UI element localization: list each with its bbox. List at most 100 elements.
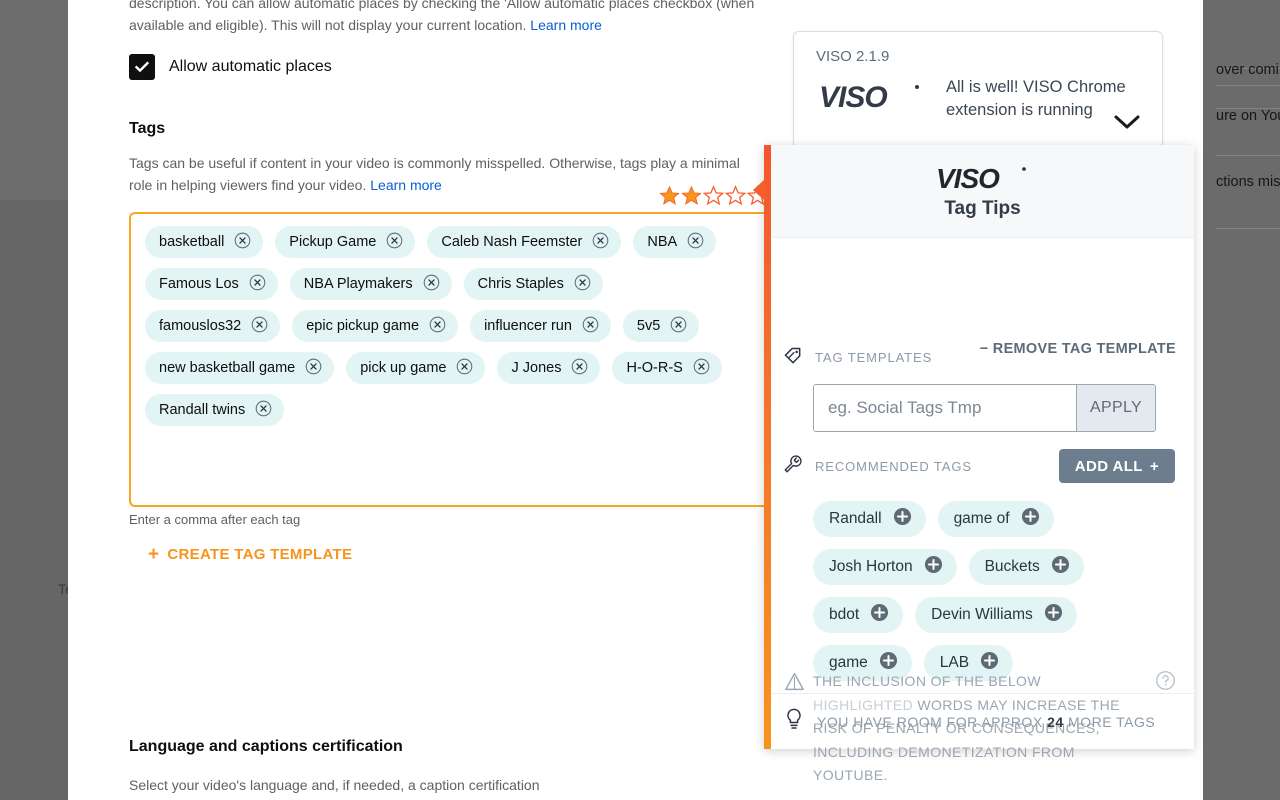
remove-tag-icon[interactable] xyxy=(582,316,599,337)
create-tag-template-label: CREATE TAG TEMPLATE xyxy=(167,546,353,563)
recommended-tag-label: game of xyxy=(953,510,1010,527)
tag-template-input-group[interactable]: APPLY xyxy=(813,384,1156,432)
remove-tag-icon[interactable] xyxy=(234,232,251,253)
tag-chip[interactable]: epic pickup game xyxy=(292,310,459,342)
tag-tips-title: Tag Tips xyxy=(944,197,1021,219)
remove-tag-icon[interactable] xyxy=(305,358,322,379)
recommended-tag-chip[interactable]: game of xyxy=(937,501,1054,537)
plus-icon: + xyxy=(148,544,160,565)
tag-chip-label: new basketball game xyxy=(159,360,296,376)
recommended-tag-chip[interactable]: bdot xyxy=(813,597,904,633)
add-tag-icon[interactable] xyxy=(1051,555,1070,579)
learn-more-link-tags[interactable]: Learn more xyxy=(370,177,442,193)
add-tag-icon[interactable] xyxy=(1044,603,1063,627)
recommended-tags-label: RECOMMENDED TAGS xyxy=(815,459,972,474)
tag-chip[interactable]: Chris Staples xyxy=(463,268,603,300)
tag-chip[interactable]: new basketball game xyxy=(145,352,335,384)
language-description: Select your video's language and, if nee… xyxy=(129,777,540,793)
tag-chip-label: basketball xyxy=(159,234,225,250)
tag-chip[interactable]: Caleb Nash Feemster xyxy=(427,226,622,258)
remove-tag-icon[interactable] xyxy=(670,316,687,337)
tags-heading: Tags xyxy=(129,120,166,137)
automatic-places-description: description. You can allow automatic pla… xyxy=(129,0,769,36)
lightbulb-icon xyxy=(785,708,803,735)
tag-chip[interactable]: Famous Los xyxy=(145,268,278,300)
allow-automatic-places-row[interactable]: Allow automatic places xyxy=(129,54,332,80)
tag-chip[interactable]: NBA Playmakers xyxy=(289,268,452,300)
allow-automatic-places-label: Allow automatic places xyxy=(169,58,332,75)
remove-tag-icon[interactable] xyxy=(386,232,403,253)
tag-chip[interactable]: H-O-R-S xyxy=(612,352,722,384)
add-all-label: ADD ALL xyxy=(1074,457,1143,475)
remove-tag-icon[interactable] xyxy=(249,274,266,295)
remove-tag-icon[interactable] xyxy=(251,316,268,337)
tag-chip-label: 5v5 xyxy=(636,318,661,334)
tag-tips-footer: YOU HAVE ROOM FOR APPROX 24 MORE TAGS xyxy=(771,693,1194,749)
background-right-row-2: ctions mis xyxy=(1216,174,1280,190)
warning-text-part1: THE INCLUSION OF THE BELOW xyxy=(813,673,1041,689)
tag-chip[interactable]: influencer run xyxy=(470,310,611,342)
add-tag-icon[interactable] xyxy=(870,603,889,627)
learn-more-link-places[interactable]: Learn more xyxy=(530,17,602,33)
tag-chip[interactable]: pick up game xyxy=(346,352,486,384)
tag-chip[interactable]: basketball xyxy=(145,226,264,258)
remove-tag-icon[interactable] xyxy=(693,358,710,379)
recommended-tag-label: Josh Horton xyxy=(829,558,913,575)
tag-chip[interactable]: J Jones xyxy=(497,352,601,384)
apply-template-button[interactable]: APPLY xyxy=(1076,385,1155,431)
tags-icon xyxy=(783,346,803,371)
checkbox-icon-checked[interactable] xyxy=(129,54,155,80)
tag-chip-label: NBA xyxy=(647,234,678,250)
chevron-down-icon[interactable] xyxy=(1114,114,1140,135)
remove-tag-icon[interactable] xyxy=(592,232,609,253)
recommended-tag-chip[interactable]: Devin Williams xyxy=(915,597,1077,633)
remove-tag-icon[interactable] xyxy=(687,232,704,253)
tag-chip[interactable]: 5v5 xyxy=(622,310,700,342)
recommended-tag-chip[interactable]: Buckets xyxy=(968,549,1084,585)
background-row-divider xyxy=(1216,228,1280,229)
tag-chip[interactable]: famouslos32 xyxy=(145,310,281,342)
viso-status-card: VISO 2.1.9 VISO All is well! VISO Chrome… xyxy=(793,31,1163,148)
add-tag-icon[interactable] xyxy=(1021,507,1040,531)
tag-template-input[interactable] xyxy=(814,385,1076,431)
remove-tag-icon[interactable] xyxy=(429,316,446,337)
recommended-tag-label: bdot xyxy=(829,606,860,623)
recommended-tag-label: Buckets xyxy=(984,558,1040,575)
remove-tag-icon[interactable] xyxy=(574,274,591,295)
background-row-divider xyxy=(1216,85,1280,86)
remove-tag-icon[interactable] xyxy=(456,358,473,379)
remove-tag-icon[interactable] xyxy=(571,358,588,379)
recommended-tag-chip[interactable]: Josh Horton xyxy=(813,549,957,585)
language-heading: Language and captions certification xyxy=(129,738,403,755)
tag-chip-label: famouslos32 xyxy=(159,318,242,334)
tag-chip-list: basketball Pickup Game Caleb Nash Feemster… xyxy=(145,226,745,426)
recommended-tag-label: Devin Williams xyxy=(931,606,1033,623)
star-icon-filled xyxy=(659,185,680,205)
tag-chip[interactable]: Randall twins xyxy=(145,394,285,426)
remove-tag-icon[interactable] xyxy=(423,274,440,295)
tag-chip-label: Pickup Game xyxy=(289,234,377,250)
add-tag-icon[interactable] xyxy=(924,555,943,579)
tag-chip[interactable]: Pickup Game xyxy=(275,226,416,258)
panel-pointer-icon xyxy=(753,179,765,201)
star-icon-empty xyxy=(725,185,746,206)
star-icon-filled xyxy=(681,185,702,205)
create-tag-template-button[interactable]: + CREATE TAG TEMPLATE xyxy=(148,545,352,564)
svg-text:VISO: VISO xyxy=(936,163,1000,194)
add-all-tags-button[interactable]: ADD ALL + xyxy=(1058,449,1175,483)
recommended-tag-chip[interactable]: Randall xyxy=(813,501,926,537)
automatic-places-description-text: description. You can allow automatic pla… xyxy=(129,0,755,33)
remove-tag-icon[interactable] xyxy=(255,400,272,421)
tag-tips-body: TAG TEMPLATES − REMOVE TAG TEMPLATE APPL… xyxy=(771,238,1194,783)
add-tag-icon[interactable] xyxy=(893,507,912,531)
tag-chip-label: Randall twins xyxy=(159,402,246,418)
background-right-row-0: over comi xyxy=(1216,62,1279,78)
background-right-row-1: ure on You xyxy=(1216,108,1280,124)
panel-accent-bar xyxy=(753,145,771,749)
remove-tag-template-button[interactable]: − REMOVE TAG TEMPLATE xyxy=(980,341,1176,357)
viso-logo: VISO xyxy=(936,163,1026,194)
room-prefix: YOU HAVE ROOM FOR APPROX xyxy=(817,713,1048,730)
background-row-divider xyxy=(1216,155,1280,156)
tag-templates-label: TAG TEMPLATES xyxy=(815,350,933,365)
tag-chip[interactable]: NBA xyxy=(633,226,717,258)
